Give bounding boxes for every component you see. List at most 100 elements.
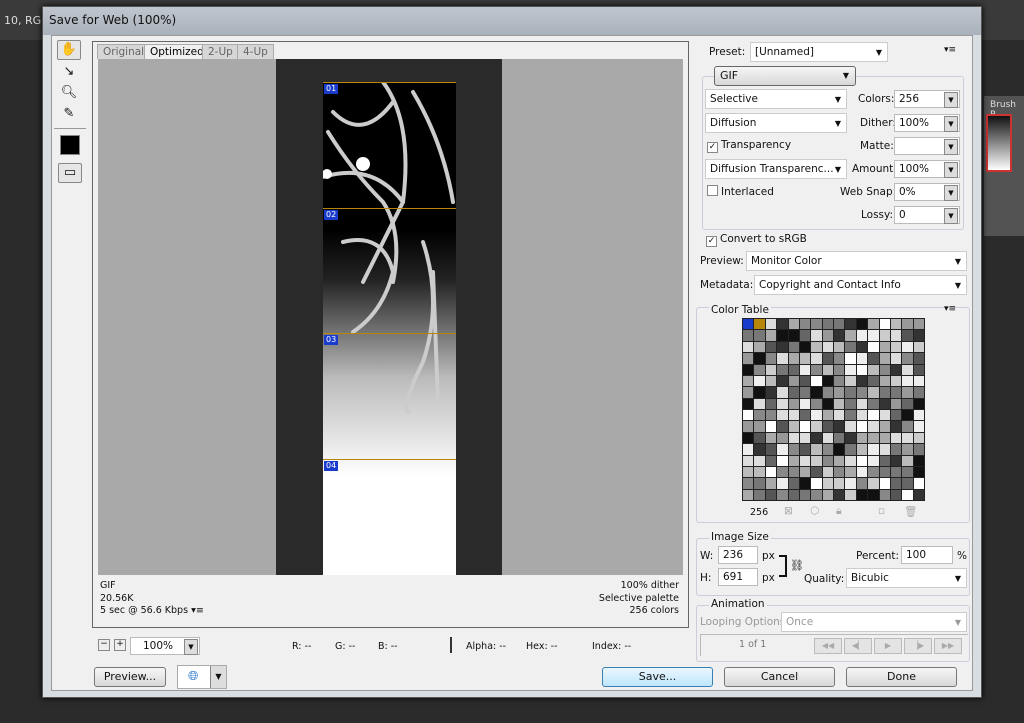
chevron-down-icon[interactable]: ▼ [944,139,958,155]
color-swatch[interactable] [788,410,799,421]
color-swatch[interactable] [845,478,856,489]
preview-canvas[interactable]: 01 02 03 04 [98,59,683,575]
color-swatch[interactable] [765,444,777,455]
color-swatch[interactable] [754,387,765,398]
color-swatch[interactable] [913,432,924,444]
lossy-field[interactable]: 0 ▼ [894,206,960,224]
color-swatch[interactable] [777,398,788,409]
link-icon[interactable]: ⛓︎ [790,559,804,572]
color-swatch[interactable] [856,341,868,353]
color-swatch[interactable] [799,353,811,364]
dither-field[interactable]: 100% ▼ [894,114,960,132]
color-swatch[interactable] [879,478,890,489]
color-swatch[interactable] [913,319,924,330]
color-swatch[interactable] [788,364,799,375]
color-table-grid[interactable] [742,318,925,501]
color-swatch[interactable] [845,421,856,432]
color-swatch[interactable] [856,364,868,375]
color-reduction-select[interactable]: Selective [705,89,847,109]
color-swatch[interactable] [777,341,788,353]
color-swatch[interactable] [765,319,777,330]
color-swatch[interactable] [754,478,765,489]
web-shift-icon[interactable]: ⊠ [784,505,793,517]
color-swatch[interactable] [765,489,777,500]
color-swatch[interactable] [788,353,799,364]
color-swatch[interactable] [913,387,924,398]
color-swatch[interactable] [811,398,822,409]
color-swatch[interactable] [834,489,845,500]
play-button[interactable]: ▶ [874,638,902,654]
color-swatch[interactable] [777,410,788,421]
color-swatch[interactable] [765,341,777,353]
color-swatch[interactable] [879,421,890,432]
color-swatch[interactable] [834,410,845,421]
color-swatch[interactable] [868,353,879,364]
color-swatch[interactable] [868,387,879,398]
color-swatch[interactable] [913,375,924,387]
color-swatch[interactable] [788,375,799,387]
color-swatch[interactable] [856,375,868,387]
color-swatch[interactable] [754,319,765,330]
color-swatch[interactable] [822,387,833,398]
color-swatch[interactable] [799,341,811,353]
color-swatch[interactable] [799,330,811,341]
preview-button[interactable]: Preview... [94,667,166,687]
color-swatch[interactable] [743,387,754,398]
color-swatch[interactable] [890,455,902,466]
color-swatch[interactable] [799,398,811,409]
lock-color-icon[interactable]: 🔒︎ [836,505,842,518]
color-swatch[interactable] [890,478,902,489]
color-swatch[interactable] [879,330,890,341]
color-swatch[interactable] [902,410,913,421]
color-swatch[interactable] [811,455,822,466]
color-swatch[interactable] [799,432,811,444]
color-swatch[interactable] [811,410,822,421]
color-swatch[interactable] [902,398,913,409]
color-swatch[interactable] [845,466,856,478]
color-swatch[interactable] [868,432,879,444]
color-swatch[interactable] [868,341,879,353]
color-swatch[interactable] [890,330,902,341]
color-swatch[interactable] [890,375,902,387]
color-swatch[interactable] [777,444,788,455]
tab-4-up[interactable]: 4-Up [237,44,274,59]
color-swatch[interactable] [845,387,856,398]
color-swatch[interactable] [765,398,777,409]
chevron-down-icon[interactable]: ▼ [944,92,958,108]
color-swatch[interactable] [822,375,833,387]
color-swatch[interactable] [743,330,754,341]
color-swatch[interactable] [765,478,777,489]
done-button[interactable]: Done [846,667,957,687]
chevron-down-icon[interactable]: ▼ [944,185,958,201]
color-swatch[interactable] [890,353,902,364]
color-swatch[interactable] [913,330,924,341]
slice-01[interactable]: 01 [323,82,456,208]
web-safe-cube-icon[interactable]: ⬡ [810,505,819,517]
color-swatch[interactable] [834,432,845,444]
color-swatch[interactable] [856,387,868,398]
color-swatch[interactable] [902,341,913,353]
title-bar[interactable]: Save for Web (100%) [43,7,981,35]
color-swatch[interactable] [890,421,902,432]
color-swatch[interactable] [902,466,913,478]
download-menu-icon[interactable]: ▾≡ [191,605,204,616]
color-swatch[interactable] [879,364,890,375]
matte-field[interactable]: ▼ [894,137,960,155]
preview-color-select[interactable]: Monitor Color [746,251,967,271]
color-swatch[interactable] [743,353,754,364]
tab-2-up[interactable]: 2-Up [202,44,239,59]
color-swatch[interactable] [754,444,765,455]
color-swatch[interactable] [834,466,845,478]
color-swatch[interactable] [879,444,890,455]
color-swatch[interactable] [754,432,765,444]
color-swatch[interactable] [788,478,799,489]
looping-select[interactable]: Once [781,612,967,632]
color-swatch[interactable] [788,455,799,466]
color-swatch[interactable] [743,455,754,466]
color-swatch[interactable] [811,444,822,455]
color-swatch[interactable] [902,432,913,444]
color-swatch[interactable] [890,466,902,478]
color-swatch[interactable] [845,432,856,444]
new-color-icon[interactable]: ▫ [878,505,885,517]
color-swatch[interactable] [902,478,913,489]
